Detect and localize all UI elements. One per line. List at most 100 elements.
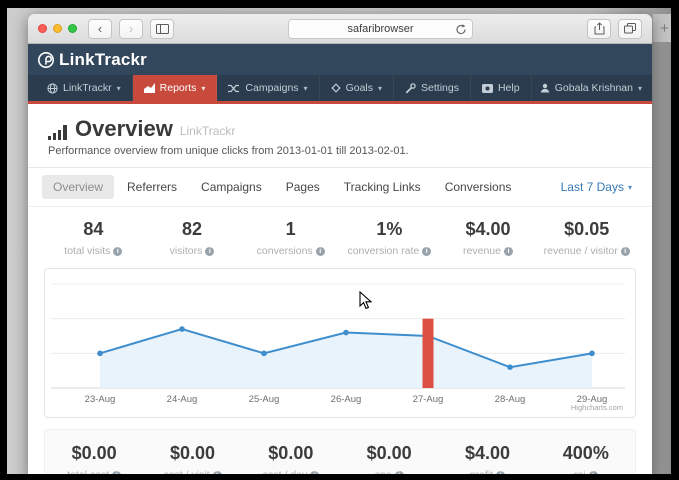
stat-label: revenue / visitori xyxy=(537,245,636,257)
desktop-background: + ‹ › safaribrowser xyxy=(7,8,671,474)
stat-label: cost / visit i xyxy=(143,469,241,474)
info-icon[interactable]: i xyxy=(589,471,598,475)
stat-label: conversion ratei xyxy=(340,245,439,257)
browser-titlebar: ‹ › safaribrowser xyxy=(28,14,652,44)
nav-item-campaigns[interactable]: Campaigns▾ xyxy=(217,75,319,101)
nav-item-goals[interactable]: Goals ▾ xyxy=(320,75,394,101)
reload-icon[interactable] xyxy=(455,23,467,36)
tab-referrers[interactable]: Referrers xyxy=(116,175,188,199)
stat-value: 1 xyxy=(241,219,340,240)
chevron-down-icon: ▾ xyxy=(628,183,632,192)
user-menu[interactable]: Gobala Krishnan ▾ xyxy=(540,75,642,101)
info-icon[interactable]: i xyxy=(205,247,214,256)
nav-item-linktrackr[interactable]: LinkTrackr ▾ xyxy=(36,75,133,101)
stat-label-text: cost / visit xyxy=(163,469,209,474)
app-header: LinkTrackr xyxy=(28,44,652,75)
stat-value: 400% xyxy=(537,443,635,464)
stat-profit: $4.00 profiti xyxy=(438,443,536,474)
info-icon[interactable]: i xyxy=(112,471,121,475)
stat-label-text: visitors xyxy=(170,245,203,257)
main-nav: LinkTrackr▾Reports▾Campaigns▾Goals▾Setti… xyxy=(28,75,652,104)
stat-value: $0.00 xyxy=(242,443,340,464)
info-icon[interactable]: i xyxy=(213,471,222,475)
stat-revenue-visitor: $0.05 revenue / visitori xyxy=(537,219,636,257)
data-point-25-aug[interactable] xyxy=(261,351,267,357)
new-tab-button[interactable]: + xyxy=(652,14,671,42)
data-point-24-aug[interactable] xyxy=(179,326,185,332)
stat-label-text: revenue xyxy=(463,245,501,257)
info-icon[interactable]: i xyxy=(113,247,122,256)
info-icon[interactable]: i xyxy=(621,247,630,256)
tab-conversions[interactable]: Conversions xyxy=(434,175,523,199)
stat-label-text: total cost xyxy=(67,469,109,474)
info-icon[interactable]: i xyxy=(310,471,319,475)
nav-item-label: Help xyxy=(498,82,520,94)
tab-campaigns[interactable]: Campaigns xyxy=(190,175,273,199)
x-axis-label: 25-Aug xyxy=(249,394,280,405)
info-icon[interactable]: i xyxy=(395,471,404,475)
stat-value: $0.00 xyxy=(143,443,241,464)
data-point-26-aug[interactable] xyxy=(343,330,349,336)
stat-revenue: $4.00 revenuei xyxy=(439,219,538,257)
x-axis-label: 24-Aug xyxy=(167,394,198,405)
data-point-23-aug[interactable] xyxy=(97,351,103,357)
nav-item-help[interactable]: Help xyxy=(471,75,532,101)
chevron-down-icon: ▾ xyxy=(117,84,121,93)
show-all-tabs-button[interactable] xyxy=(618,19,642,39)
nav-item-label: LinkTrackr xyxy=(63,82,112,94)
linktrackr-logo-icon xyxy=(37,51,55,69)
stat-value: 84 xyxy=(44,219,143,240)
stat-label-text: profit xyxy=(470,469,493,474)
stat-label-text: conversion rate xyxy=(347,245,419,257)
stat-value: $4.00 xyxy=(439,219,538,240)
user-menu-label: Gobala Krishnan xyxy=(555,82,633,94)
info-icon[interactable]: i xyxy=(422,247,431,256)
stat-value: $4.00 xyxy=(438,443,536,464)
chart-panel[interactable]: 23-Aug24-Aug25-Aug26-Aug27-Aug28-Aug29-A… xyxy=(44,268,636,418)
share-button[interactable] xyxy=(587,19,611,39)
browser-window: ‹ › safaribrowser xyxy=(28,14,652,474)
nav-item-settings[interactable]: Settings xyxy=(394,75,471,101)
stat-label: cost / dayi xyxy=(242,469,340,474)
date-range-selector[interactable]: Last 7 Days ▾ xyxy=(561,180,638,194)
stats-row-top: 84total visitsi82visitorsi1conversionsi1… xyxy=(28,207,652,265)
chevron-down-icon: ▾ xyxy=(378,84,382,93)
stat-label: total costi xyxy=(45,469,143,474)
page-header: Overview LinkTrackr Performance overview… xyxy=(28,104,652,168)
page-subtitle: Performance overview from unique clicks … xyxy=(48,145,632,157)
highlight-column-27-aug[interactable] xyxy=(423,319,434,388)
chevron-down-icon: ▾ xyxy=(201,84,205,93)
forward-button[interactable]: › xyxy=(119,19,143,39)
shuffle-icon xyxy=(228,84,240,93)
minimize-window-button[interactable] xyxy=(53,24,62,33)
sidebar-toggle-button[interactable] xyxy=(150,19,174,39)
bar-chart-icon xyxy=(48,123,68,140)
back-button[interactable]: ‹ xyxy=(88,19,112,39)
zoom-window-button[interactable] xyxy=(68,24,77,33)
x-axis-label: 28-Aug xyxy=(495,394,526,405)
close-window-button[interactable] xyxy=(38,24,47,33)
info-icon[interactable]: i xyxy=(316,247,325,256)
report-tabs-items: OverviewReferrersCampaignsPagesTracking … xyxy=(42,175,522,199)
nav-item-label: Goals xyxy=(346,82,373,94)
stat-roi: 400%roii xyxy=(537,443,635,474)
stat-label: profiti xyxy=(438,469,536,474)
x-axis-label: 26-Aug xyxy=(331,394,362,405)
share-icon xyxy=(594,22,605,35)
globe-icon xyxy=(47,83,58,94)
date-range-label: Last 7 Days xyxy=(561,180,624,194)
info-icon[interactable]: i xyxy=(496,471,505,475)
app-logo[interactable]: LinkTrackr xyxy=(37,50,147,70)
data-point-29-aug[interactable] xyxy=(589,351,595,357)
nav-item-reports[interactable]: Reports▾ xyxy=(133,75,218,101)
info-icon[interactable]: i xyxy=(504,247,513,256)
tab-tracking-links[interactable]: Tracking Links xyxy=(333,175,432,199)
tab-pages[interactable]: Pages xyxy=(275,175,331,199)
stat-value: $0.05 xyxy=(537,219,636,240)
stat-visitors: 82visitorsi xyxy=(143,219,242,257)
stat-label: total visitsi xyxy=(44,245,143,257)
area-fill xyxy=(100,329,592,388)
address-bar[interactable]: safaribrowser xyxy=(288,19,472,39)
tab-overview[interactable]: Overview xyxy=(42,175,114,199)
data-point-28-aug[interactable] xyxy=(507,364,513,370)
